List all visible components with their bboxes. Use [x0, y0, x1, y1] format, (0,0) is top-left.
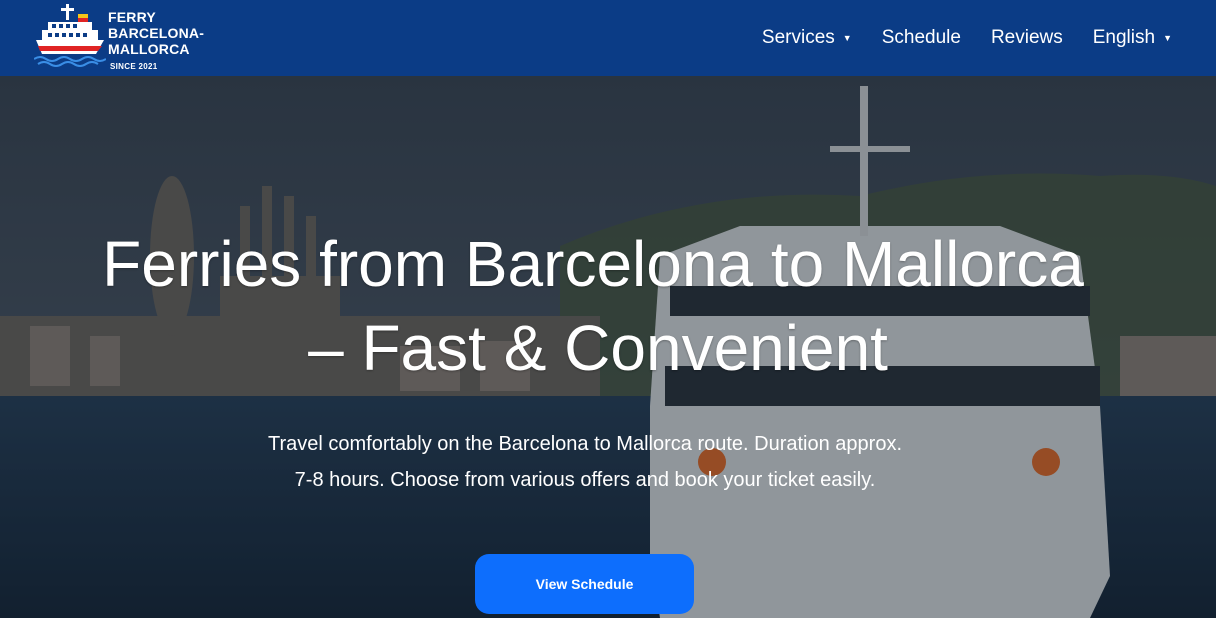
nav-language-selector[interactable]: English ▼ — [1093, 27, 1172, 49]
hero-subtitle-line-1: Travel comfortably on the Barcelona to M… — [267, 433, 902, 455]
site-logo[interactable]: FERRY BARCELONA- MALLORCA SINCE 2021 — [34, 4, 234, 74]
hero-subtitle-line-2: 7-8 hours. Choose from various offers an… — [294, 469, 876, 491]
logo-since: SINCE 2021 — [110, 62, 158, 71]
nav-language-label: English — [1092, 27, 1156, 48]
logo-line-3: MALLORCA — [108, 41, 190, 57]
caret-down-icon: ▼ — [1163, 33, 1172, 43]
hero-section: Ferries from Barcelona to Mallorca – Fas… — [0, 76, 1216, 618]
top-navbar: FERRY BARCELONA- MALLORCA SINCE 2021 Ser… — [0, 0, 1216, 76]
view-schedule-button[interactable]: View Schedule — [475, 554, 694, 614]
nav-reviews-label: Reviews — [990, 27, 1063, 48]
hero-subtitle: Travel comfortably on the Barcelona to M… — [230, 426, 940, 498]
main-nav: Services ▼ Schedule Reviews English ▼ — [732, 0, 1172, 76]
ferry-ship-icon — [34, 4, 106, 67]
logo-wordmark: FERRY BARCELONA- MALLORCA — [108, 9, 204, 57]
nav-schedule-label: Schedule — [881, 27, 961, 48]
caret-down-icon: ▼ — [842, 33, 852, 43]
nav-services-label: Services — [761, 27, 835, 48]
hero-title-line-2: – Fast & Convenient — [308, 312, 888, 384]
nav-reviews[interactable]: Reviews — [991, 27, 1063, 49]
logo-line-1: FERRY — [108, 9, 156, 25]
logo-line-2: BARCELONA- — [108, 25, 205, 41]
nav-services[interactable]: Services ▼ — [762, 27, 852, 49]
hero-title-line-1: Ferries from Barcelona to Mallorca — [102, 228, 1084, 300]
nav-schedule[interactable]: Schedule — [882, 27, 961, 49]
hero-title: Ferries from Barcelona to Mallorca – Fas… — [0, 222, 1216, 390]
